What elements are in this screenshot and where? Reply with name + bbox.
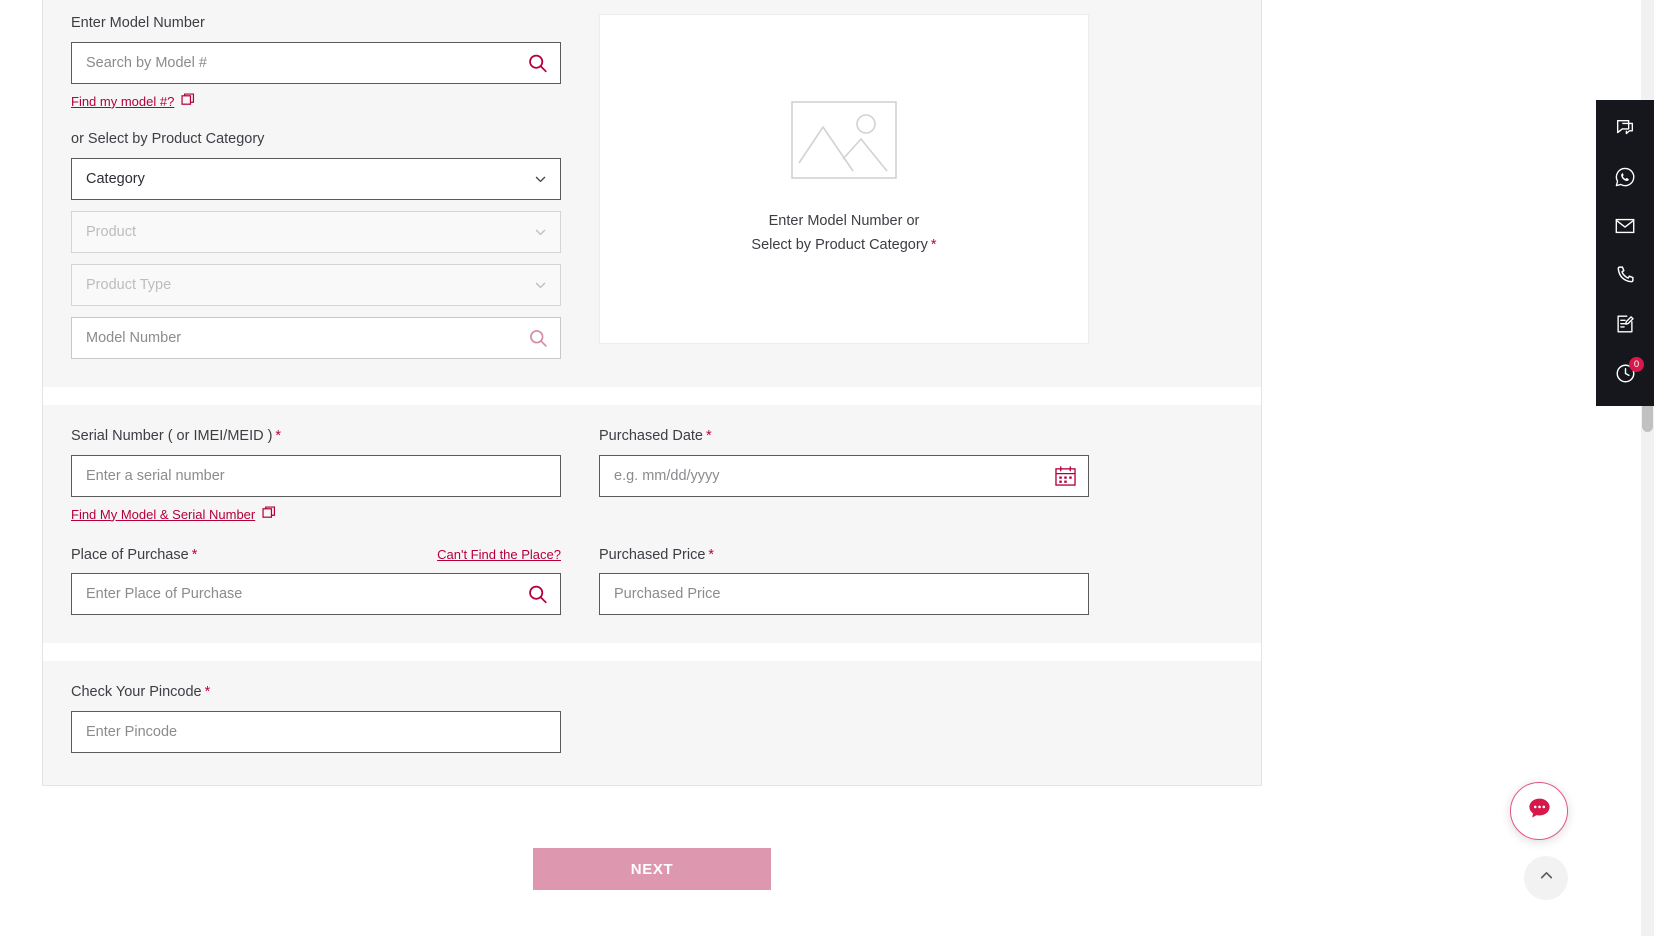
rail-item-request-form[interactable]	[1596, 302, 1654, 351]
find-my-model-link[interactable]: Find my model #?	[71, 93, 195, 110]
required-asterisk: *	[705, 427, 712, 444]
required-asterisk: *	[191, 546, 198, 563]
purchased-price-label-text: Purchased Price	[599, 546, 706, 563]
external-window-icon	[181, 93, 195, 110]
purchased-price-group: Purchased Price *	[599, 546, 1089, 616]
serial-number-group: Serial Number ( or IMEI/MEID )* Find My …	[71, 427, 561, 524]
model-number-label: Enter Model Number	[71, 15, 205, 31]
serial-number-label: Serial Number ( or IMEI/MEID ) *	[71, 427, 561, 446]
product-category-label: or Select by Product Category	[71, 130, 265, 147]
image-placeholder-icon	[791, 101, 897, 184]
required-asterisk: *	[204, 684, 211, 701]
warranty-registration-form: Enter Model Number Find my model #?	[42, 0, 1262, 787]
purchase-details-row-2: Place of Purchase * Can't Find the Place?	[71, 546, 1233, 616]
purchased-date-input[interactable]	[599, 454, 1089, 497]
serial-number-label-text: Serial Number ( or IMEI/MEID )	[71, 427, 273, 444]
place-of-purchase-group: Place of Purchase * Can't Find the Place?	[71, 546, 561, 616]
required-asterisk: *	[275, 427, 282, 444]
purchase-details-row-1: Serial Number ( or IMEI/MEID )* Find My …	[71, 427, 1233, 524]
product-select-wrap: Product	[71, 210, 561, 253]
pincode-card: Check Your Pincode *	[43, 661, 1261, 786]
preview-caption: Enter Model Number or Select by Product …	[751, 210, 936, 256]
chevron-up-icon	[1538, 867, 1555, 889]
model-search-wrap	[71, 41, 561, 84]
purchased-date-group: Purchased Date *	[599, 427, 1089, 524]
product-image-placeholder: Enter Model Number or Select by Product …	[599, 14, 1089, 344]
place-of-purchase-input[interactable]	[71, 573, 561, 616]
search-icon[interactable]	[527, 52, 548, 73]
preview-caption-line2: Select by Product Category	[751, 236, 928, 253]
pincode-input[interactable]	[71, 711, 561, 754]
model-number-field-wrap	[71, 316, 561, 359]
product-selection-card: Enter Model Number Find my model #?	[43, 0, 1261, 387]
place-of-purchase-label-row: Place of Purchase * Can't Find the Place?	[71, 546, 561, 565]
product-type-select[interactable]: Product Type	[71, 263, 561, 306]
product-select[interactable]: Product	[71, 210, 561, 253]
product-type-select-wrap: Product Type	[71, 263, 561, 306]
rail-item-chat[interactable]	[1596, 106, 1654, 155]
contact-rail: 0	[1596, 100, 1654, 406]
search-icon[interactable]	[527, 584, 548, 605]
next-button[interactable]: NEXT	[533, 848, 771, 890]
category-select[interactable]: Category	[71, 157, 561, 200]
phone-icon	[1614, 264, 1636, 291]
form-actions: NEXT	[42, 848, 1262, 890]
purchased-date-label-text: Purchased Date	[599, 427, 703, 444]
product-selection-left: Enter Model Number Find my model #?	[71, 14, 561, 359]
rail-item-whatsapp[interactable]	[1596, 155, 1654, 204]
required-asterisk: *	[708, 546, 715, 563]
chat-bubble-icon	[1526, 795, 1553, 827]
chat-bubbles-icon	[1614, 117, 1636, 144]
find-my-model-label: Find my model #?	[71, 93, 175, 109]
category-select-wrap: Category	[71, 157, 561, 200]
pincode-group: Check Your Pincode *	[71, 683, 561, 754]
pincode-label-text: Check Your Pincode	[71, 684, 202, 701]
scroll-to-top-button[interactable]	[1524, 856, 1568, 900]
purchased-price-wrap	[599, 573, 1089, 616]
model-number-input[interactable]	[71, 316, 561, 359]
preview-caption-line2-row: Select by Product Category *	[751, 234, 936, 257]
rail-item-email[interactable]	[1596, 204, 1654, 253]
purchased-date-wrap	[599, 454, 1089, 497]
rail-item-phone[interactable]	[1596, 253, 1654, 302]
history-count-badge: 0	[1629, 357, 1644, 372]
place-of-purchase-label: Place of Purchase *	[71, 546, 197, 565]
product-selection-row: Enter Model Number Find my model #?	[71, 14, 1233, 359]
required-asterisk: *	[930, 236, 937, 253]
pincode-wrap	[71, 711, 561, 754]
serial-number-wrap	[71, 454, 561, 497]
calendar-icon[interactable]	[1055, 465, 1076, 486]
external-window-icon	[262, 505, 276, 523]
email-icon	[1614, 215, 1636, 242]
purchase-details-card: Serial Number ( or IMEI/MEID )* Find My …	[43, 404, 1261, 644]
serial-number-input[interactable]	[71, 454, 561, 497]
chat-widget-button[interactable]	[1510, 782, 1568, 840]
place-of-purchase-label-text: Place of Purchase	[71, 546, 189, 563]
pincode-label: Check Your Pincode *	[71, 683, 561, 702]
form-edit-icon	[1614, 313, 1636, 340]
product-preview-panel: Enter Model Number or Select by Product …	[599, 14, 1089, 359]
find-model-serial-link[interactable]: Find My Model & Serial Number	[71, 505, 276, 523]
model-search-input[interactable]	[71, 41, 561, 84]
place-of-purchase-wrap	[71, 573, 561, 616]
whatsapp-icon	[1614, 166, 1636, 193]
purchased-price-label: Purchased Price *	[599, 546, 1089, 565]
find-model-serial-label: Find My Model & Serial Number	[71, 506, 256, 522]
search-icon[interactable]	[528, 328, 548, 348]
purchased-price-input[interactable]	[599, 573, 1089, 616]
cant-find-place-link[interactable]: Can't Find the Place?	[437, 547, 561, 562]
preview-caption-line1: Enter Model Number or	[768, 213, 920, 230]
rail-item-history[interactable]: 0	[1596, 351, 1654, 400]
purchased-date-label: Purchased Date *	[599, 427, 1089, 446]
